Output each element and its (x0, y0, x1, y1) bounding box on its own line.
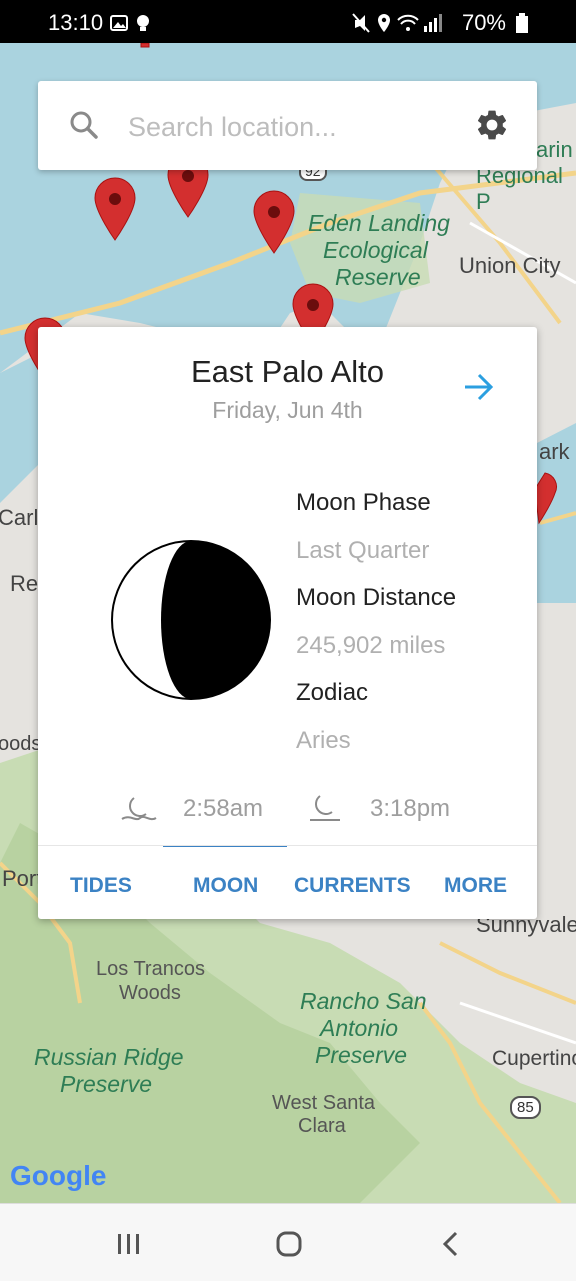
battery-percent: 70% (461, 10, 506, 35)
map-label-west-santa-2: Clara (298, 1115, 346, 1137)
map-label-regional: Regional P (476, 163, 563, 214)
location-icon (377, 14, 390, 32)
status-icons (352, 13, 442, 33)
bulb-icon (137, 15, 149, 31)
zodiac-label: Zodiac (296, 679, 369, 706)
tab-more[interactable]: MORE (444, 874, 507, 898)
moonrise-icon (121, 797, 157, 821)
tab-currents[interactable]: CURRENTS (294, 874, 411, 898)
moonset-icon (310, 795, 340, 821)
map-label-cupertino: Cupertino (492, 1047, 576, 1070)
system-nav-bar (0, 1203, 576, 1281)
map-label-ecological: Ecological (323, 237, 428, 263)
gallery-icon (110, 15, 128, 31)
status-bar: 13:10 70% (0, 0, 576, 43)
map-label-rancho-1: Rancho San (300, 988, 427, 1014)
map-label-reserve: Reserve (335, 264, 421, 290)
moon-distance-value: 245,902 miles (296, 632, 446, 659)
map-label-eden-landing: Eden Landing (308, 210, 450, 236)
gear-icon[interactable] (474, 107, 510, 143)
recent-apps-icon[interactable] (116, 1232, 142, 1256)
search-input[interactable]: Search location... (128, 112, 337, 143)
status-left-icons (110, 14, 160, 39)
tab-moon[interactable]: MOON (193, 874, 258, 898)
moon-distance-label: Moon Distance (296, 584, 457, 611)
signal-icon (423, 14, 442, 32)
moon-phase-value: Last Quarter (296, 537, 430, 564)
map-label-russian-2: Preserve (60, 1071, 153, 1097)
moon-phase-icon (111, 540, 271, 700)
wifi-icon (397, 14, 419, 31)
map-label-los-trancos-1: Los Trancos (96, 958, 205, 980)
map-label-rancho-3: Preserve (315, 1042, 408, 1068)
status-right: 70% (352, 10, 528, 36)
back-icon[interactable] (440, 1230, 462, 1258)
map-label-rancho-2: Antonio (320, 1015, 399, 1041)
moonset-time: 3:18pm (370, 795, 451, 822)
map-label-west-santa-1: West Santa (272, 1092, 376, 1114)
map-label-los-trancos-2: Woods (119, 982, 181, 1004)
home-icon[interactable] (275, 1230, 303, 1258)
search-bar[interactable]: Search location... (38, 81, 537, 170)
highway-85-shield: 85 (510, 1096, 541, 1119)
map-label-oods: oods (0, 733, 42, 755)
map-label-re: Re (10, 571, 39, 596)
arrow-right-icon[interactable] (462, 372, 496, 402)
zodiac-value: Aries (296, 727, 351, 754)
moonrise-time: 2:58am (183, 795, 264, 822)
battery-icon (516, 13, 528, 33)
tab-bar: TIDES MOON CURRENTS MORE (38, 845, 537, 920)
google-logo: Google (10, 1160, 107, 1191)
map-label-russian-1: Russian Ridge (34, 1044, 184, 1070)
status-time: 13:10 (48, 10, 104, 35)
tab-tides[interactable]: TIDES (70, 874, 132, 898)
map-label-union-city: Union City (459, 253, 561, 278)
search-icon[interactable] (68, 109, 100, 141)
moon-phase-label: Moon Phase (296, 489, 431, 516)
moon-info-panel: East Palo Alto Friday, Jun 4th Moon Phas… (38, 327, 537, 919)
mute-icon (352, 13, 370, 33)
map-label-arin: arin (536, 137, 573, 162)
map-label-ark: ark (539, 439, 570, 464)
map-label-port: Port (2, 866, 43, 891)
